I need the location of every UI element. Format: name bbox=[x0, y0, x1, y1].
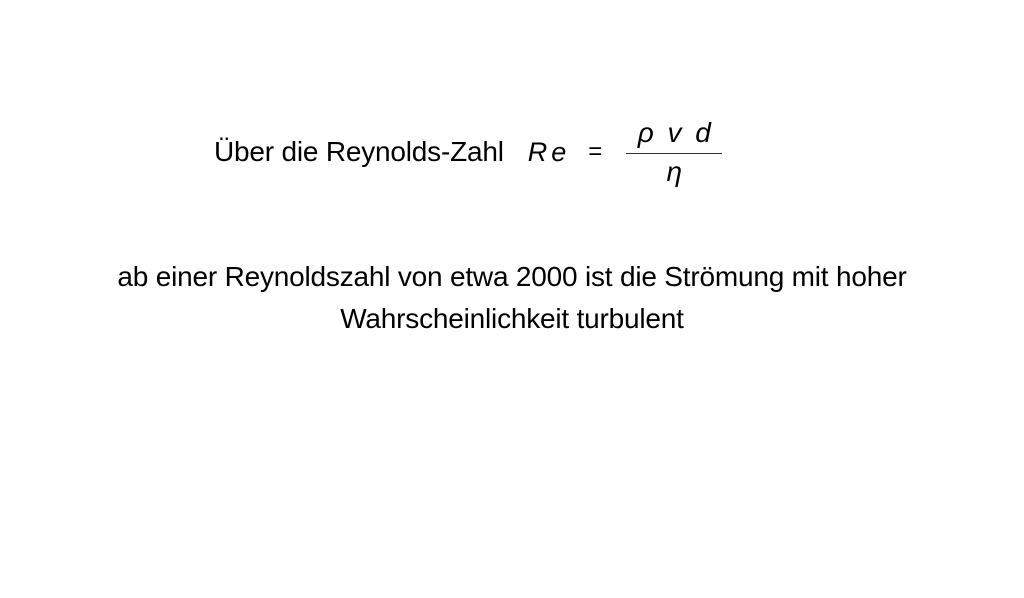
turbulence-statement: ab einer Reynoldszahl von etwa 2000 ist … bbox=[40, 256, 984, 340]
slide-canvas: Über die Reynolds-Zahl Re = ρ v d η ab e… bbox=[0, 0, 1024, 598]
reynolds-heading-line: Über die Reynolds-Zahl Re = ρ v d η bbox=[214, 112, 723, 192]
formula-lhs: Re bbox=[527, 136, 571, 167]
formula-equals-sign: = bbox=[588, 138, 603, 165]
reynolds-formula: Re = ρ v d η bbox=[527, 116, 723, 187]
formula-denominator: η bbox=[666, 155, 683, 187]
statement-line-1: ab einer Reynoldszahl von etwa 2000 ist … bbox=[117, 261, 907, 292]
intro-text: Über die Reynolds-Zahl bbox=[214, 136, 504, 167]
formula-fraction: ρ v d η bbox=[626, 116, 723, 187]
statement-line-2: Wahrscheinlichkeit turbulent bbox=[340, 303, 684, 334]
formula-numerator: ρ v d bbox=[637, 116, 711, 148]
